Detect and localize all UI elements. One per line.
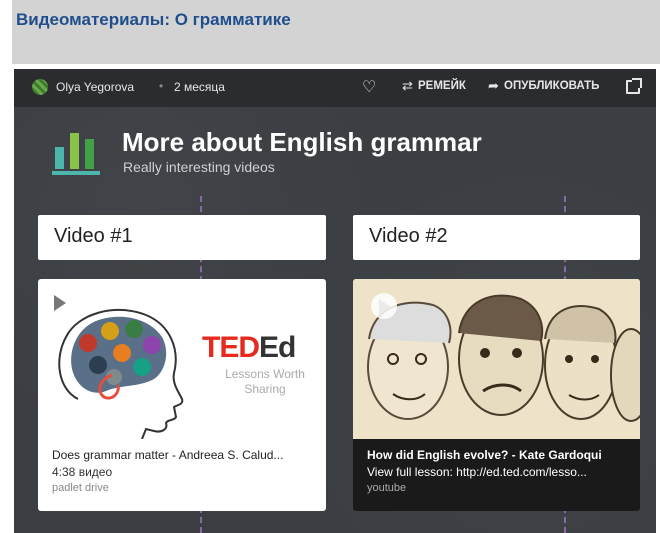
board-title: More about English grammar <box>122 127 482 157</box>
remake-button[interactable]: РЕМЕЙК <box>418 80 466 92</box>
padlet-board: Olya Yegorova • 2 месяца ♡ ⇄ РЕМЕЙК ➦ ОП… <box>14 69 656 533</box>
play-icon[interactable] <box>54 295 66 311</box>
bar-chart-icon-bar <box>70 133 79 169</box>
video-card-2[interactable]: How did English evolve? - Kate Gardoqui … <box>353 279 640 511</box>
board-header: More about English grammar Really intere… <box>14 107 656 195</box>
board-toolbar: Olya Yegorova • 2 месяца ♡ ⇄ РЕМЕЙК ➦ ОП… <box>14 69 656 107</box>
heart-icon[interactable]: ♡ <box>362 77 376 97</box>
open-external-icon[interactable] <box>626 78 642 94</box>
column-header-video-1[interactable]: Video #1 <box>38 215 326 260</box>
video-thumbnail[interactable]: TEDEd Lessons Worth Sharing <box>38 279 326 439</box>
ted-tagline: Lessons Worth Sharing <box>225 367 305 396</box>
play-icon[interactable] <box>371 293 397 319</box>
column-header-video-2[interactable]: Video #2 <box>353 215 640 260</box>
card-title[interactable]: How did English evolve? - Kate Gardoqui <box>367 448 626 462</box>
publish-button[interactable]: ОПУБЛИКОВАТЬ <box>504 80 599 92</box>
bar-chart-icon-bar <box>55 147 64 169</box>
avatar[interactable] <box>32 79 48 95</box>
time-ago: 2 месяца <box>174 80 225 94</box>
card-description: View full lesson: http://ed.ted.com/less… <box>367 465 587 479</box>
card-source: padlet drive <box>52 482 109 494</box>
board-subtitle: Really interesting videos <box>123 159 275 175</box>
card-meta: Does grammar matter - Andreea S. Calud..… <box>38 439 326 503</box>
bar-chart-icon-base <box>52 171 100 175</box>
bar-chart-icon-bar <box>85 139 94 169</box>
video-card-1[interactable]: TEDEd Lessons Worth Sharing Does grammar… <box>38 279 326 511</box>
ted-ed-logo: TEDEd <box>202 331 296 365</box>
ed-logo-text: Ed <box>259 331 296 364</box>
bar-chart-icon <box>52 131 100 175</box>
card-source: youtube <box>367 482 407 494</box>
page-header: Видеоматериалы: О грамматике <box>12 0 660 64</box>
video-thumbnail[interactable] <box>353 279 640 439</box>
share-arrow-icon[interactable]: ➦ <box>488 78 499 94</box>
separator-dot: • <box>159 79 164 93</box>
page-title: Видеоматериалы: О грамматике <box>16 10 291 29</box>
author-name[interactable]: Olya Yegorova <box>56 80 134 94</box>
ted-logo-text: TED <box>202 331 260 364</box>
remake-icon[interactable]: ⇄ <box>402 78 413 94</box>
card-meta: How did English evolve? - Kate Gardoqui … <box>353 439 640 503</box>
card-description: 4:38 видео <box>52 465 113 479</box>
card-title[interactable]: Does grammar matter - Andreea S. Calud..… <box>52 448 312 462</box>
